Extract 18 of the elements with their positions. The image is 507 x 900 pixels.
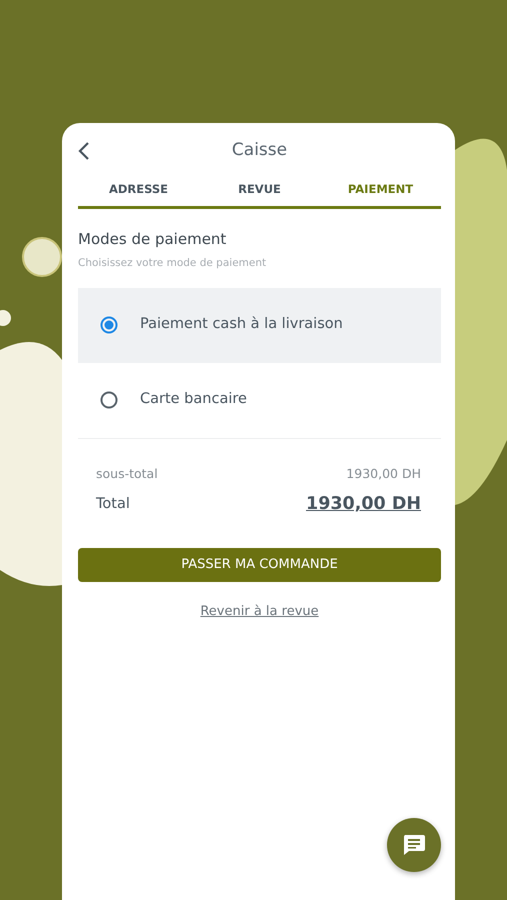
tab[interactable]: REVUE xyxy=(199,181,320,198)
subtotal-value: 1930,00 DH xyxy=(346,464,421,482)
chat-icon xyxy=(402,834,426,856)
back-icon[interactable] xyxy=(78,141,90,161)
payment-option[interactable]: Paiement cash à la livraison xyxy=(78,288,441,362)
radio-button[interactable] xyxy=(100,316,118,334)
tab[interactable]: PAIEMENT xyxy=(320,181,441,198)
tab[interactable]: ADRESSE xyxy=(78,181,199,198)
page-title: Caisse xyxy=(232,139,288,162)
section-subtitle: Choisissez votre mode de paiement xyxy=(78,256,268,271)
radio-button[interactable] xyxy=(100,391,118,409)
back-to-review-link[interactable]: Revenir à la revue xyxy=(200,604,319,618)
total-label: Total xyxy=(96,494,130,514)
total-value: 1930,00 DH xyxy=(306,493,421,516)
subtotal-label: sous-total xyxy=(96,464,158,482)
decorative-circle xyxy=(22,237,62,277)
place-order-button[interactable]: PASSER MA COMMANDE xyxy=(78,548,441,582)
section-title: Modes de paiement xyxy=(78,229,228,250)
